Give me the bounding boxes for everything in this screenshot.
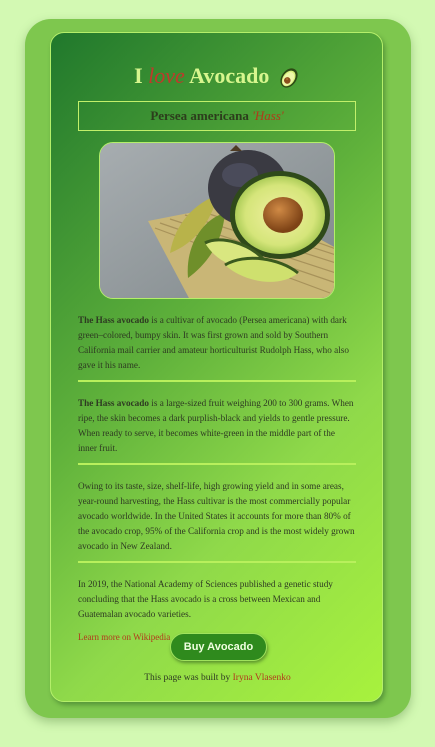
avocado-photo-image (100, 143, 334, 298)
content: The Hass avocado is a cultivar of avocad… (78, 313, 356, 645)
species-name: Persea americana (150, 108, 249, 123)
paragraph-1: The Hass avocado is a cultivar of avocad… (78, 313, 356, 373)
footer-text: This page was built by (144, 673, 233, 683)
author-link[interactable]: Iryna Vlasenko (233, 673, 291, 683)
paragraph-3: Owing to its taste, size, shelf-life, hi… (78, 479, 356, 554)
footer: This page was built by Iryna Vlasenko (51, 673, 384, 683)
buy-avocado-button[interactable]: Buy Avocado (170, 633, 267, 661)
avocado-photo (99, 142, 335, 299)
title-word-love: love (148, 63, 185, 88)
cultivar-name: 'Hass' (252, 108, 284, 123)
inner-card: I love Avocado Persea americana 'Hass' T… (50, 32, 383, 702)
paragraph-2-bold: The Hass avocado (78, 398, 149, 408)
divider (78, 463, 356, 465)
divider (78, 561, 356, 563)
page-title: I love Avocado (51, 61, 384, 91)
subtitle-box: Persea americana 'Hass' (78, 101, 356, 131)
outer-card: I love Avocado Persea americana 'Hass' T… (25, 19, 411, 718)
divider (78, 380, 356, 382)
title-word-avocado: Avocado (189, 63, 270, 88)
paragraph-2: The Hass avocado is a large-sized fruit … (78, 396, 356, 456)
avocado-icon (280, 68, 298, 88)
title-word-i: I (134, 63, 143, 88)
paragraph-4-text: In 2019, the National Academy of Science… (78, 579, 333, 619)
paragraph-1-bold: The Hass avocado (78, 315, 149, 325)
paragraph-4: In 2019, the National Academy of Science… (78, 577, 356, 622)
paragraph-3-text: Owing to its taste, size, shelf-life, hi… (78, 481, 355, 551)
